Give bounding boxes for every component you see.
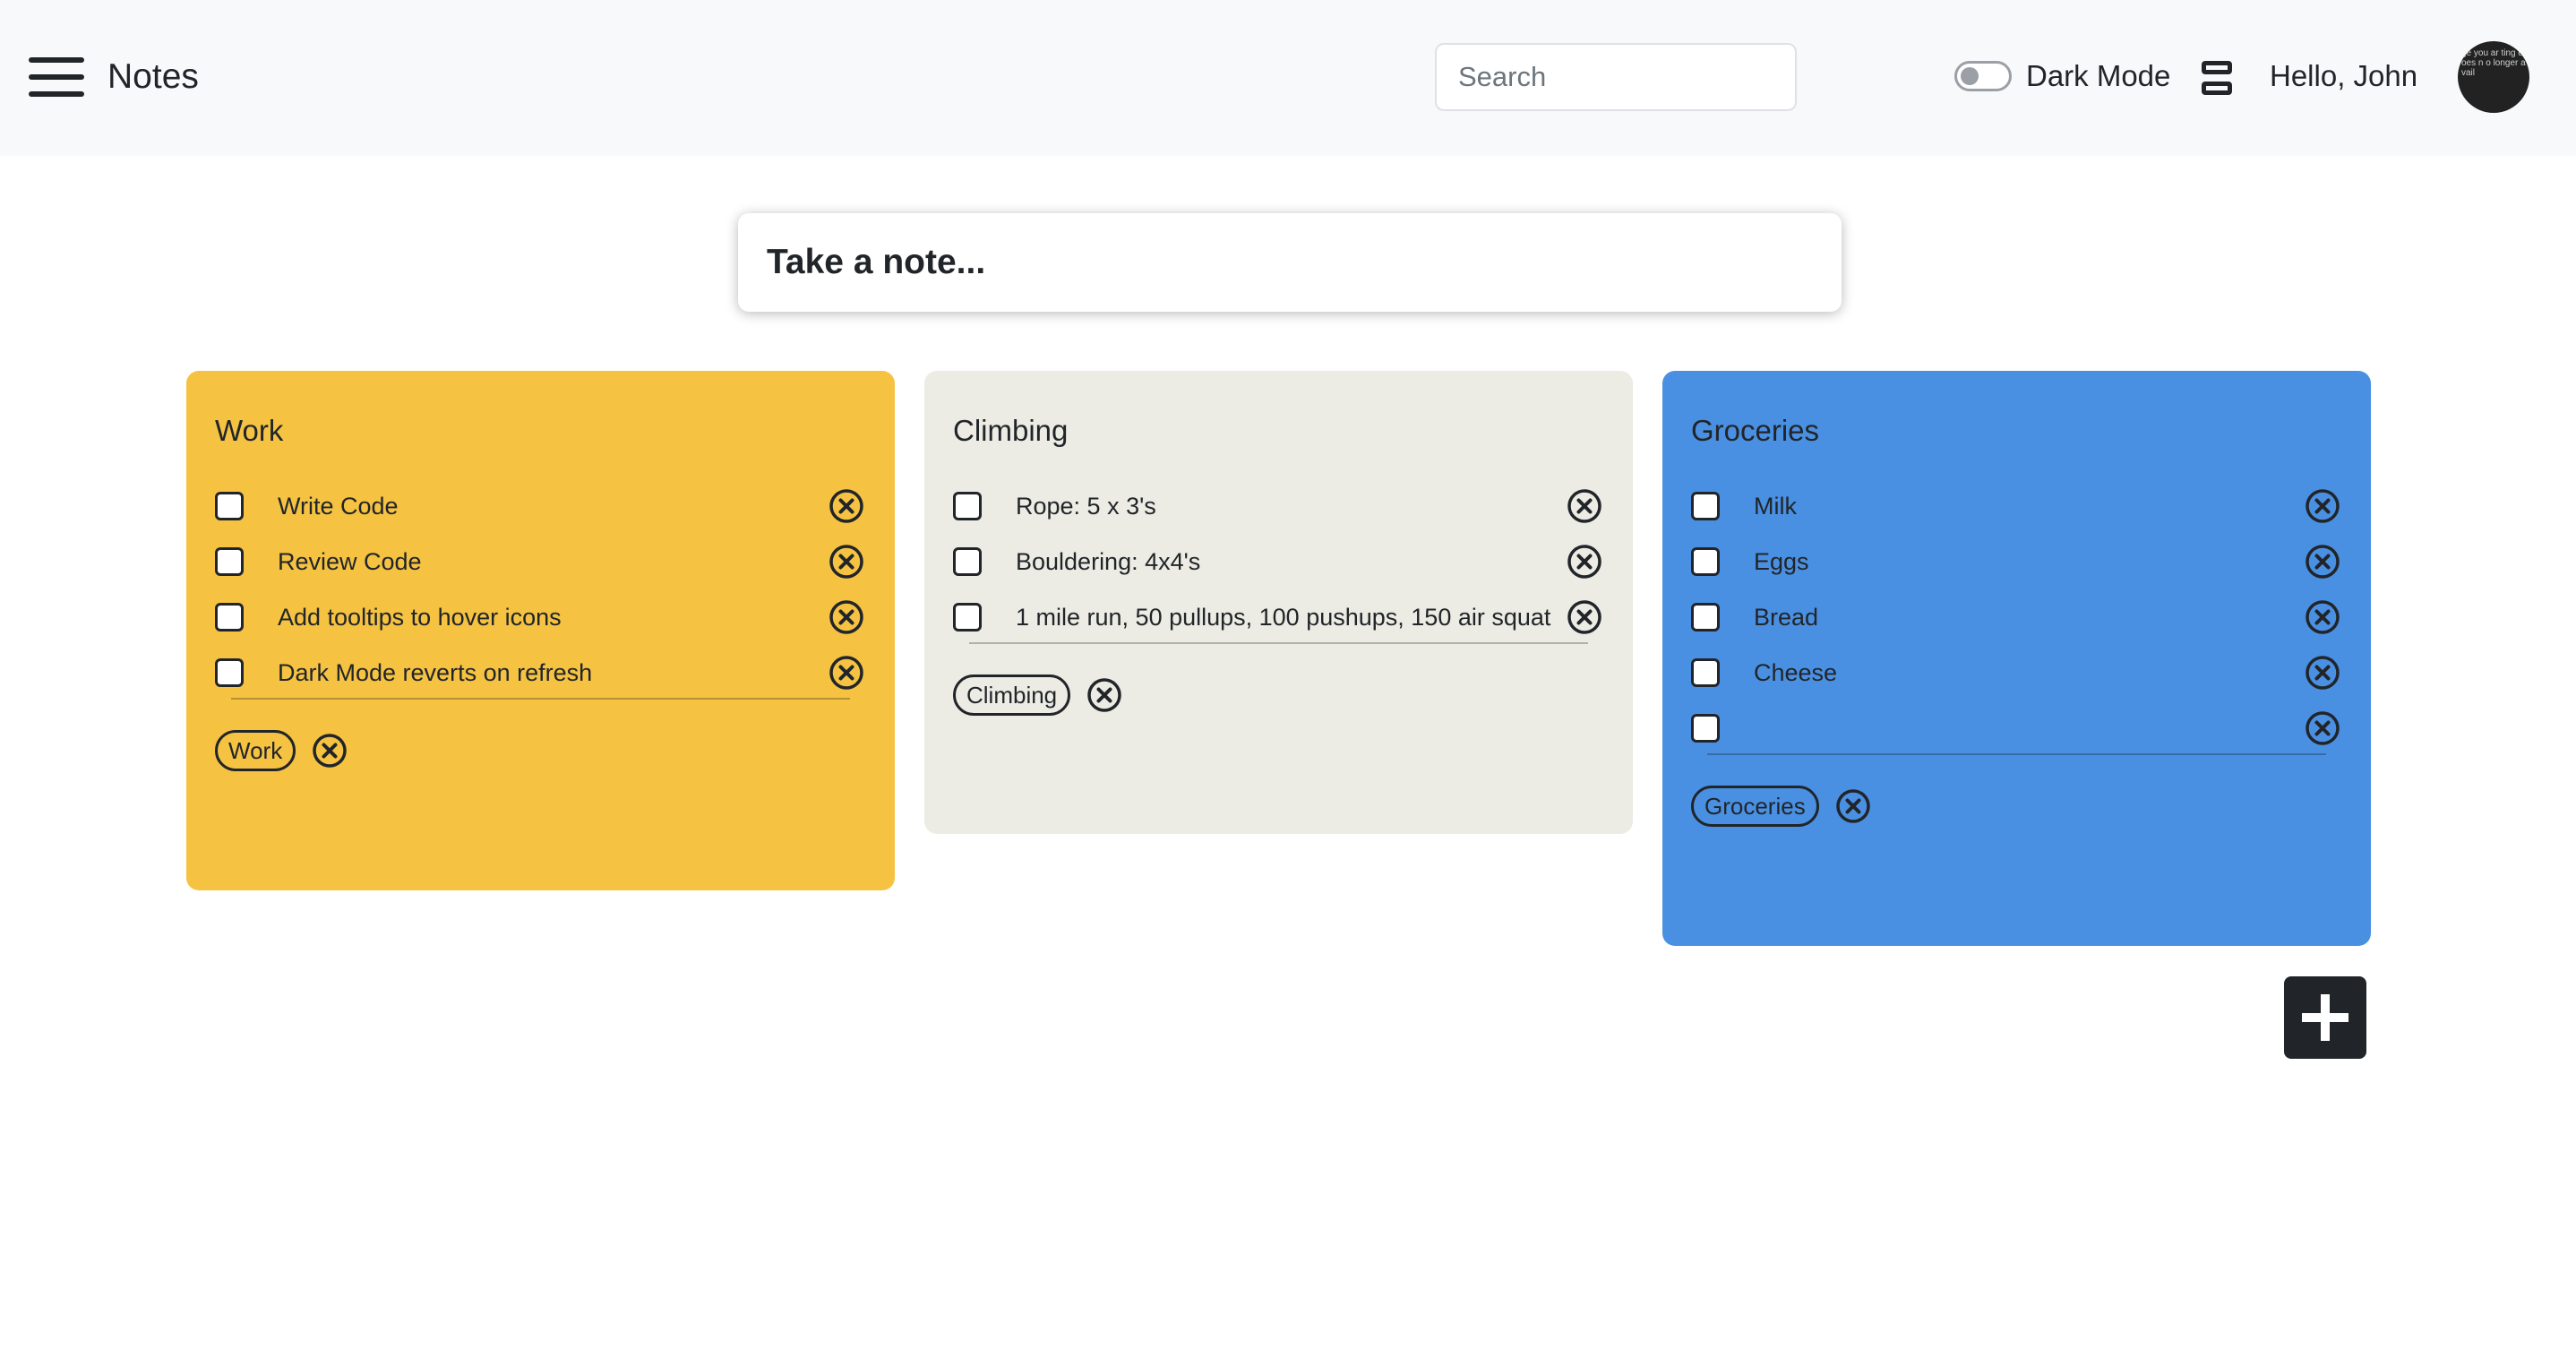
item-checkbox[interactable] (953, 603, 982, 632)
add-note-button[interactable] (2284, 976, 2366, 1059)
list-item: 1 mile run, 50 pullups, 100 pushups, 150… (953, 596, 1604, 639)
avatar[interactable]: ge you ar ting does n o longer avail (2458, 41, 2529, 113)
close-circle-icon[interactable] (1086, 677, 1122, 713)
list-item: Cheese (1691, 651, 2342, 694)
item-text[interactable]: 1 mile run, 50 pullups, 100 pushups, 150… (1016, 596, 1643, 639)
search-input[interactable] (1435, 43, 1797, 111)
note-tag[interactable]: Work (215, 730, 296, 771)
item-text[interactable]: Cheese (1754, 651, 2381, 694)
item-checkbox[interactable] (1691, 658, 1720, 687)
item-checkbox[interactable] (215, 547, 244, 576)
divider (231, 698, 850, 700)
item-text[interactable]: Rope: 5 x 3's (1016, 485, 1643, 528)
list-item: Add tooltips to hover icons (215, 596, 866, 639)
close-circle-icon[interactable] (829, 599, 864, 635)
take-a-note-input[interactable]: Take a note... (738, 213, 1842, 312)
note-title: Climbing (953, 414, 1069, 447)
close-circle-icon[interactable] (1567, 599, 1602, 635)
close-circle-icon[interactable] (829, 544, 864, 580)
list-item: Dark Mode reverts on refresh (215, 651, 866, 694)
close-circle-icon[interactable] (2305, 488, 2340, 524)
user-greeting: Hello, John (2270, 59, 2418, 92)
item-checkbox[interactable] (1691, 714, 1720, 743)
dark-mode-label: Dark Mode (2026, 59, 2171, 92)
item-text[interactable]: Bread (1754, 596, 2381, 639)
hamburger-menu-icon[interactable] (29, 57, 84, 97)
close-circle-icon[interactable] (1567, 488, 1602, 524)
note-tag[interactable]: Groceries (1691, 786, 1819, 827)
item-checkbox[interactable] (1691, 547, 1720, 576)
list-item: Milk (1691, 485, 2342, 528)
layout-rows-icon[interactable] (2202, 59, 2237, 99)
item-checkbox[interactable] (1691, 492, 1720, 520)
close-circle-icon[interactable] (1835, 788, 1871, 824)
note-tag[interactable]: Climbing (953, 674, 1071, 716)
note-title: Groceries (1691, 414, 1820, 447)
close-circle-icon[interactable] (2305, 599, 2340, 635)
item-text[interactable]: Add tooltips to hover icons (278, 596, 905, 639)
note-card-groceries[interactable]: Groceries Milk Eggs Bread Cheese Groceri (1662, 371, 2371, 946)
item-text[interactable]: Milk (1754, 485, 2381, 528)
divider (969, 642, 1588, 644)
list-item: Bread (1691, 596, 2342, 639)
close-circle-icon[interactable] (312, 733, 348, 769)
item-text[interactable]: Eggs (1754, 540, 2381, 583)
note-title: Work (215, 414, 284, 447)
close-circle-icon[interactable] (829, 488, 864, 524)
close-circle-icon[interactable] (829, 655, 864, 691)
note-card-work[interactable]: Work Write Code Review Code Add tooltips… (186, 371, 895, 890)
app-title: Notes (107, 57, 199, 96)
close-circle-icon[interactable] (2305, 544, 2340, 580)
item-checkbox[interactable] (215, 603, 244, 632)
divider (1707, 753, 2326, 755)
item-text[interactable]: Bouldering: 4x4's (1016, 540, 1643, 583)
close-circle-icon[interactable] (1567, 544, 1602, 580)
item-checkbox[interactable] (953, 547, 982, 576)
item-checkbox[interactable] (953, 492, 982, 520)
toggle-knob (1961, 67, 1979, 85)
item-checkbox[interactable] (215, 492, 244, 520)
item-checkbox[interactable] (1691, 603, 1720, 632)
list-item: Eggs (1691, 540, 2342, 583)
dark-mode-toggle[interactable] (1954, 61, 2012, 91)
item-text[interactable]: Write Code (278, 485, 905, 528)
list-item: Write Code (215, 485, 866, 528)
item-checkbox[interactable] (215, 658, 244, 687)
close-circle-icon[interactable] (2305, 655, 2340, 691)
list-item: Bouldering: 4x4's (953, 540, 1604, 583)
list-item: Rope: 5 x 3's (953, 485, 1604, 528)
close-circle-icon[interactable] (2305, 710, 2340, 746)
item-text[interactable]: Dark Mode reverts on refresh (278, 651, 905, 694)
list-item: Review Code (215, 540, 866, 583)
list-item (1691, 707, 2342, 750)
plus-icon-stroke (2321, 994, 2330, 1041)
item-text[interactable]: Review Code (278, 540, 905, 583)
navbar: Notes Dark Mode Hello, John ge you ar ti… (0, 0, 2576, 156)
avatar-alt-text: ge you ar ting does n o longer avail (2461, 48, 2526, 78)
note-card-climbing[interactable]: Climbing Rope: 5 x 3's Bouldering: 4x4's… (924, 371, 1633, 834)
